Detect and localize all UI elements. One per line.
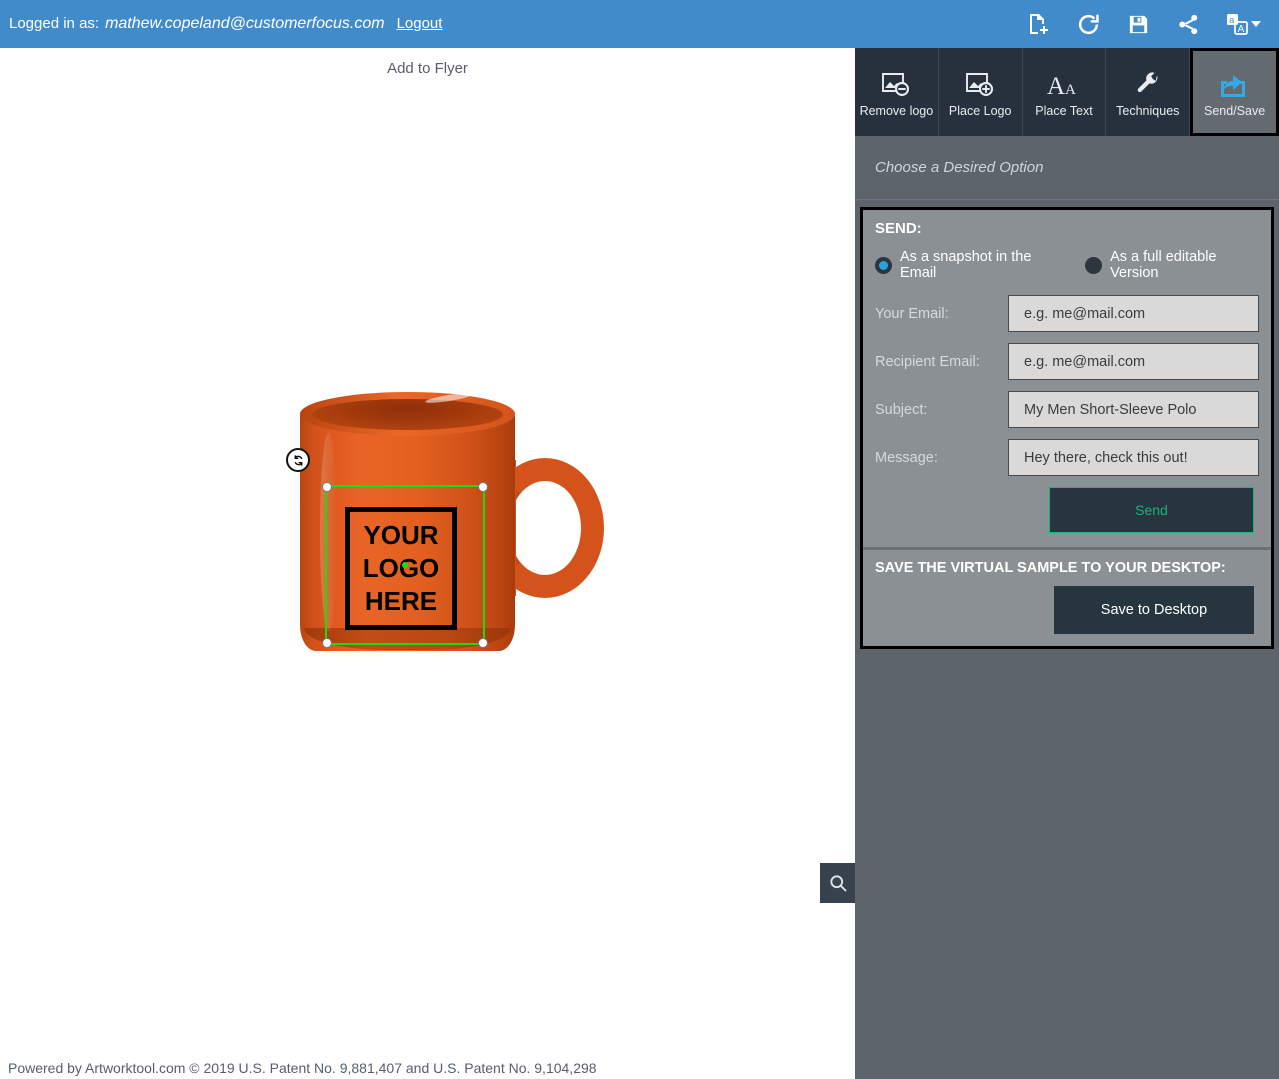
recipient-email-input[interactable]: e.g. me@mail.com (1008, 343, 1259, 380)
resize-handle-top-right[interactable] (478, 482, 488, 492)
logout-link[interactable]: Logout (397, 15, 443, 32)
svg-text:A: A (1047, 73, 1065, 98)
radio-label-editable: As a full editable Version (1110, 249, 1217, 281)
tab-label-place-text: Place Text (1035, 104, 1093, 118)
send-save-panel: SEND: As a snapshot in the Email As a fu… (860, 207, 1274, 649)
logo-selection-box[interactable]: YOUR LOGO HERE (322, 482, 488, 648)
image-minus-icon (881, 66, 911, 98)
radio-unselected-icon[interactable] (1085, 256, 1103, 274)
send-button[interactable]: Send (1049, 487, 1254, 533)
text-aa-icon: A A (1047, 66, 1081, 98)
send-button-row: Send (875, 487, 1259, 533)
logo-line-1: YOUR (363, 520, 439, 550)
message-input[interactable]: Hey there, check this out! (1008, 439, 1259, 476)
your-email-input[interactable]: e.g. me@mail.com (1008, 295, 1259, 332)
send-section-title: SEND: (875, 220, 922, 237)
design-canvas[interactable]: Add to Flyer YOUR LOGO HERE Powered by A… (0, 48, 856, 1079)
choose-option-text: Choose a Desired Option (875, 159, 1044, 176)
tab-label-remove-logo: Remove logo (859, 104, 934, 118)
field-row-recipient-email: Recipient Email: e.g. me@mail.com (875, 343, 1259, 380)
mug-interior (312, 399, 503, 430)
top-header-bar: Logged in as: mathew.copeland@customerfo… (0, 0, 1279, 48)
save-to-desktop-button[interactable]: Save to Desktop (1054, 586, 1254, 634)
svg-text:A: A (1238, 24, 1245, 35)
svg-text:a: a (1229, 15, 1234, 25)
header-icon-group: a A (1025, 11, 1261, 37)
choose-option-bar: Choose a Desired Option (855, 136, 1279, 200)
share-export-icon (1219, 66, 1251, 98)
svg-text:A: A (1065, 82, 1076, 98)
wrench-icon (1134, 66, 1162, 98)
logo-placeholder[interactable]: YOUR LOGO HERE (345, 507, 457, 630)
tab-techniques[interactable]: Techniques (1106, 48, 1191, 136)
share-icon[interactable] (1175, 11, 1201, 37)
tab-label-send-save: Send/Save (1204, 104, 1266, 118)
save-section: SAVE THE VIRTUAL SAMPLE TO YOUR DESKTOP:… (863, 547, 1271, 646)
magnifier-icon[interactable] (820, 863, 856, 903)
tab-label-place-logo: Place Logo (948, 104, 1012, 118)
radio-selected-icon[interactable] (875, 256, 892, 274)
label-recipient-email: Recipient Email: (875, 353, 980, 370)
tab-remove-logo[interactable]: Remove logo (855, 48, 939, 136)
tab-place-text[interactable]: A A Place Text (1022, 48, 1107, 136)
tab-send-save[interactable]: Send/Save (1190, 48, 1279, 136)
save-section-title: SAVE THE VIRTUAL SAMPLE TO YOUR DESKTOP: (875, 560, 1226, 576)
radio-snapshot-email[interactable]: As a snapshot in the Email (875, 249, 1061, 281)
label-subject: Subject: (875, 401, 928, 418)
field-row-your-email: Your Email: e.g. me@mail.com (875, 295, 1259, 332)
tab-place-logo[interactable]: Place Logo (938, 48, 1023, 136)
save-icon[interactable] (1125, 11, 1151, 37)
subject-input[interactable]: My Men Short-Sleeve Polo (1008, 391, 1259, 428)
add-to-flyer-link[interactable]: Add to Flyer (0, 60, 855, 77)
label-your-email: Your Email: (875, 305, 949, 322)
right-tool-panel: Remove logo Place Logo A A Place Text Te… (855, 48, 1279, 1079)
new-document-icon[interactable] (1025, 11, 1051, 37)
product-preview-mug[interactable]: YOUR LOGO HERE (286, 348, 610, 651)
tool-tab-bar: Remove logo Place Logo A A Place Text Te… (855, 48, 1279, 136)
radio-editable-version[interactable]: As a full editable Version (1085, 249, 1259, 281)
field-row-subject: Subject: My Men Short-Sleeve Polo (875, 391, 1259, 428)
logged-in-label: Logged in as: (9, 15, 100, 32)
logo-line-3: HERE (364, 586, 438, 616)
label-message: Message: (875, 449, 938, 466)
send-mode-radio-group: As a snapshot in the Email As a full edi… (875, 249, 1259, 281)
chevron-down-icon[interactable] (1251, 21, 1261, 27)
image-plus-icon (965, 66, 995, 98)
translate-icon[interactable]: a A (1225, 12, 1261, 36)
radio-label-snapshot: As a snapshot in the Email (900, 249, 1032, 281)
resize-handle-bottom-right[interactable] (478, 638, 488, 648)
refresh-icon[interactable] (1075, 11, 1101, 37)
logo-line-2: LOGO (362, 553, 440, 583)
login-info: Logged in as: mathew.copeland@customerfo… (9, 15, 442, 33)
resize-handle-top-left[interactable] (322, 482, 332, 492)
footer-copyright: Powered by Artworktool.com © 2019 U.S. P… (8, 1060, 597, 1076)
rotate-handle-icon[interactable] (286, 448, 310, 472)
selection-center-point (402, 562, 408, 568)
resize-handle-bottom-left[interactable] (322, 638, 332, 648)
save-button-row: Save to Desktop (875, 586, 1259, 634)
send-section: SEND: As a snapshot in the Email As a fu… (863, 210, 1271, 547)
logged-in-email: mathew.copeland@customerfocus.com (105, 15, 385, 32)
tab-label-techniques: Techniques (1116, 104, 1180, 118)
app-root: Logged in as: mathew.copeland@customerfo… (0, 0, 1279, 1079)
field-row-message: Message: Hey there, check this out! (875, 439, 1259, 476)
